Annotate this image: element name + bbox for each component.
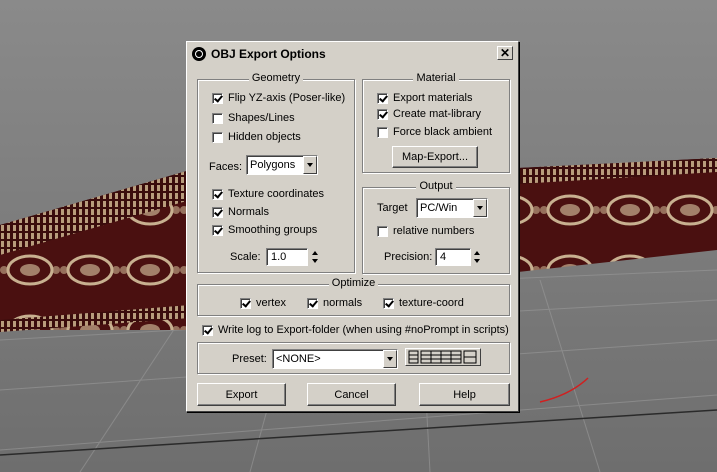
cancel-button[interactable]: Cancel	[307, 383, 396, 406]
app-logo-icon	[192, 47, 206, 61]
chevron-down-icon[interactable]	[303, 156, 317, 174]
smoothing-groups-checkbox[interactable]: Smoothing groups	[212, 224, 317, 236]
optimize-normals-checkbox[interactable]: normals	[307, 297, 362, 309]
create-mat-library-checkbox[interactable]: Create mat-library	[377, 108, 481, 120]
preset-manager-button[interactable]	[405, 348, 481, 366]
scale-label: Scale:	[230, 251, 261, 263]
geometry-group-label: Geometry	[248, 72, 304, 84]
preset-label: Preset:	[232, 353, 267, 365]
texture-coordinates-label: Texture coordinates	[228, 188, 324, 200]
precision-label: Precision:	[384, 251, 433, 263]
relative-numbers-checkbox[interactable]: relative numbers	[377, 225, 474, 237]
flip-yz-label: Flip YZ-axis (Poser-like)	[228, 92, 346, 104]
output-group-label: Output	[416, 180, 456, 192]
texture-coordinates-checkbox[interactable]: Texture coordinates	[212, 188, 324, 200]
export-button[interactable]: Export	[197, 383, 286, 406]
dialog-title: OBJ Export Options	[211, 47, 326, 61]
close-button[interactable]: ✕	[497, 46, 513, 60]
faces-dropdown[interactable]: Polygons	[246, 155, 318, 175]
preset-list-icon	[408, 350, 477, 364]
force-black-ambient-label: Force black ambient	[393, 126, 493, 138]
map-export-button[interactable]: Map-Export...	[392, 146, 478, 168]
optimize-texture-coord-check-icon[interactable]	[383, 297, 394, 309]
shapes-lines-label: Shapes/Lines	[228, 112, 295, 124]
spin-down-icon[interactable]	[472, 257, 481, 265]
write-log-check-icon[interactable]	[202, 324, 213, 336]
normals-label: Normals	[228, 206, 269, 218]
precision-spinner[interactable]: 4	[435, 248, 471, 266]
title-bar[interactable]: OBJ Export Options ✕	[189, 44, 516, 64]
smoothing-groups-label: Smoothing groups	[228, 224, 318, 236]
optimize-texture-coord-label: texture-coord	[399, 297, 464, 309]
export-materials-label: Export materials	[393, 92, 473, 104]
optimize-group-label: Optimize	[328, 277, 379, 289]
faces-label: Faces:	[209, 161, 243, 173]
target-label: Target	[377, 202, 408, 214]
smoothing-groups-check-icon[interactable]	[212, 224, 223, 236]
help-button[interactable]: Help	[419, 383, 510, 406]
relative-numbers-check-icon[interactable]	[377, 225, 388, 237]
faces-value: Polygons	[250, 159, 296, 171]
shapes-lines-check-icon[interactable]	[212, 112, 223, 124]
target-dropdown[interactable]: PC/Win	[416, 198, 488, 218]
obj-export-dialog: OBJ Export Options ✕ Geometry Flip YZ-ax…	[186, 41, 519, 412]
optimize-normals-check-icon[interactable]	[307, 297, 318, 309]
spin-up-icon[interactable]	[310, 249, 319, 257]
force-black-ambient-checkbox[interactable]: Force black ambient	[377, 126, 492, 138]
write-log-label: Write log to Export-folder (when using #…	[218, 324, 509, 336]
optimize-normals-label: normals	[323, 297, 363, 309]
precision-spinner-arrows[interactable]	[472, 249, 481, 265]
preset-value: <NONE>	[276, 353, 321, 365]
optimize-vertex-check-icon[interactable]	[240, 297, 251, 309]
create-mat-library-label: Create mat-library	[393, 108, 482, 120]
close-icon: ✕	[499, 46, 511, 60]
optimize-vertex-label: vertex	[256, 297, 286, 309]
target-value: PC/Win	[420, 202, 458, 214]
preset-dropdown[interactable]: <NONE>	[272, 349, 398, 369]
create-mat-library-check-icon[interactable]	[377, 108, 388, 120]
spin-down-icon[interactable]	[310, 257, 319, 265]
flip-yz-check-icon[interactable]	[212, 92, 223, 104]
normals-checkbox[interactable]: Normals	[212, 206, 269, 218]
texture-coordinates-check-icon[interactable]	[212, 188, 223, 200]
hidden-objects-label: Hidden objects	[228, 131, 301, 143]
scale-value[interactable]: 1.0	[267, 251, 307, 263]
scale-spinner-arrows[interactable]	[310, 249, 319, 265]
write-log-checkbox[interactable]: Write log to Export-folder (when using #…	[202, 324, 509, 336]
flip-yz-checkbox[interactable]: Flip YZ-axis (Poser-like)	[212, 92, 345, 104]
hidden-objects-checkbox[interactable]: Hidden objects	[212, 131, 301, 143]
material-group-label: Material	[413, 72, 459, 84]
spin-up-icon[interactable]	[472, 249, 481, 257]
export-materials-checkbox[interactable]: Export materials	[377, 92, 472, 104]
chevron-down-icon[interactable]	[473, 199, 487, 217]
hidden-objects-check-icon[interactable]	[212, 131, 223, 143]
scale-spinner[interactable]: 1.0	[266, 248, 308, 266]
chevron-down-icon[interactable]	[383, 350, 397, 368]
geometry-group: Geometry	[197, 72, 355, 273]
optimize-vertex-checkbox[interactable]: vertex	[240, 297, 286, 309]
normals-check-icon[interactable]	[212, 206, 223, 218]
export-materials-check-icon[interactable]	[377, 92, 388, 104]
shapes-lines-checkbox[interactable]: Shapes/Lines	[212, 112, 295, 124]
force-black-ambient-check-icon[interactable]	[377, 126, 388, 138]
optimize-texture-coord-checkbox[interactable]: texture-coord	[383, 297, 464, 309]
precision-value[interactable]: 4	[436, 251, 470, 263]
relative-numbers-label: relative numbers	[393, 225, 475, 237]
